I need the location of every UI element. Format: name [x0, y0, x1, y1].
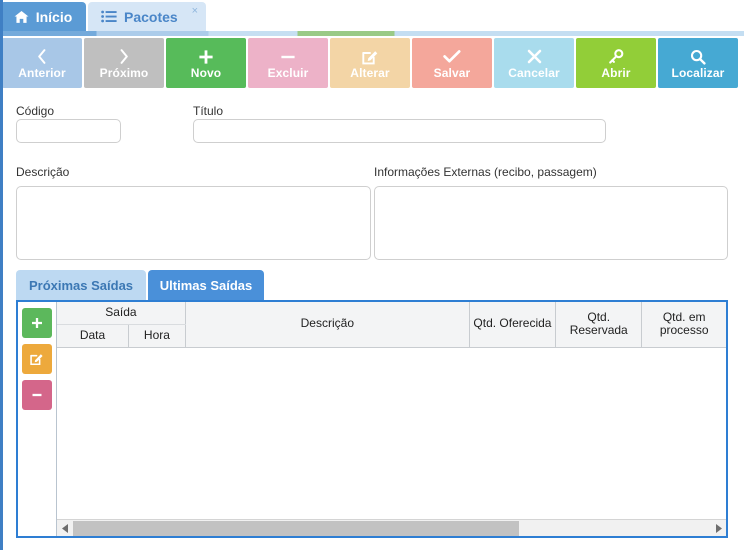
abrir-label: Abrir — [601, 66, 631, 80]
chevron-right-icon — [119, 47, 129, 66]
anterior-label: Anterior — [18, 66, 66, 80]
saidas-table: Saída Descrição Qtd. Oferecida Qtd. Rese… — [57, 302, 726, 348]
tab-strip: Início Pacotes × — [0, 0, 744, 31]
tab-inicio[interactable]: Início — [0, 2, 86, 31]
alterar-label: Alterar — [350, 66, 390, 80]
header-qtd-em-processo[interactable]: Qtd. em processo — [641, 302, 726, 348]
scrollbar-track[interactable] — [73, 520, 710, 537]
novo-button[interactable]: Novo — [166, 38, 246, 88]
cancelar-button[interactable]: Cancelar — [494, 38, 574, 88]
titulo-input[interactable] — [193, 119, 606, 143]
scroll-left-arrow-icon[interactable] — [57, 520, 73, 537]
add-row-button[interactable] — [22, 308, 52, 338]
pencil-square-icon — [30, 354, 43, 366]
saidas-table-body-empty — [57, 347, 726, 519]
search-icon — [690, 47, 706, 66]
pencil-square-icon — [361, 47, 379, 66]
list-icon — [101, 10, 117, 23]
grid-horizontal-scrollbar[interactable] — [57, 519, 726, 536]
tab-proximas-saidas[interactable]: Próximas Saídas — [16, 270, 146, 300]
close-x-icon — [527, 47, 542, 66]
descricao-label: Descrição — [16, 165, 70, 179]
excluir-button[interactable]: Excluir — [248, 38, 328, 88]
codigo-label: Código — [16, 104, 55, 118]
salvar-button[interactable]: Salvar — [412, 38, 492, 88]
header-hora[interactable]: Hora — [128, 324, 186, 348]
header-qtd-reservada[interactable]: Qtd. Reservada — [555, 302, 643, 348]
header-descricao[interactable]: Descrição — [185, 302, 470, 348]
chevron-left-icon — [37, 47, 47, 66]
alterar-button[interactable]: Alterar — [330, 38, 410, 88]
proximo-label: Próximo — [99, 66, 149, 80]
plus-icon — [198, 47, 214, 66]
grid-side-actions — [18, 302, 56, 536]
saidas-grid-panel: Saída Descrição Qtd. Oferecida Qtd. Rese… — [16, 300, 728, 538]
edit-row-button[interactable] — [22, 344, 52, 374]
localizar-button[interactable]: Localizar — [658, 38, 738, 88]
localizar-label: Localizar — [671, 66, 725, 80]
tab-ultimas-saidas[interactable]: Ultimas Saídas — [148, 270, 264, 300]
descricao-textarea[interactable] — [16, 186, 371, 260]
header-qtd-oferecida[interactable]: Qtd. Oferecida — [469, 302, 557, 348]
saidas-table-head: Saída Descrição Qtd. Oferecida Qtd. Rese… — [57, 302, 726, 348]
delete-row-button[interactable] — [22, 380, 52, 410]
minus-icon — [32, 393, 42, 397]
page-left-border — [0, 0, 3, 550]
minus-icon — [280, 47, 296, 66]
titulo-label: Título — [193, 104, 224, 118]
codigo-input[interactable] — [16, 119, 121, 143]
header-saida-group[interactable]: Saída — [57, 302, 186, 325]
home-icon — [14, 10, 29, 24]
novo-label: Novo — [190, 66, 222, 80]
cancelar-label: Cancelar — [508, 66, 560, 80]
close-icon[interactable]: × — [192, 6, 198, 17]
salvar-label: Salvar — [433, 66, 471, 80]
tab-pacotes[interactable]: Pacotes × — [88, 2, 206, 31]
excluir-label: Excluir — [267, 66, 309, 80]
informacoes-externas-textarea[interactable] — [374, 186, 728, 260]
application-window: Início Pacotes × Anterior Próximo Novo E… — [0, 0, 744, 550]
tab-pacotes-label: Pacotes — [124, 8, 178, 25]
plus-icon — [32, 318, 42, 328]
informacoes-externas-label: Informações Externas (recibo, passagem) — [374, 165, 597, 179]
key-icon — [608, 47, 624, 66]
scrollbar-thumb[interactable] — [73, 520, 519, 536]
tab-inicio-label: Início — [35, 8, 73, 25]
tab-proximas-saidas-label: Próximas Saídas — [28, 277, 134, 293]
tab-ultimas-saidas-label: Ultimas Saídas — [159, 277, 253, 293]
proximo-button[interactable]: Próximo — [84, 38, 164, 88]
scroll-right-arrow-icon[interactable] — [710, 520, 726, 537]
table-header-group-row: Saída Descrição Qtd. Oferecida Qtd. Rese… — [57, 302, 726, 348]
check-icon — [443, 47, 461, 66]
header-data[interactable]: Data — [57, 324, 130, 348]
action-toolbar: Anterior Próximo Novo Excluir Alterar Sa… — [2, 38, 742, 88]
tab-strip-accent-band — [0, 31, 744, 36]
grid-main: Saída Descrição Qtd. Oferecida Qtd. Rese… — [56, 302, 726, 536]
anterior-button[interactable]: Anterior — [2, 38, 82, 88]
abrir-button[interactable]: Abrir — [576, 38, 656, 88]
